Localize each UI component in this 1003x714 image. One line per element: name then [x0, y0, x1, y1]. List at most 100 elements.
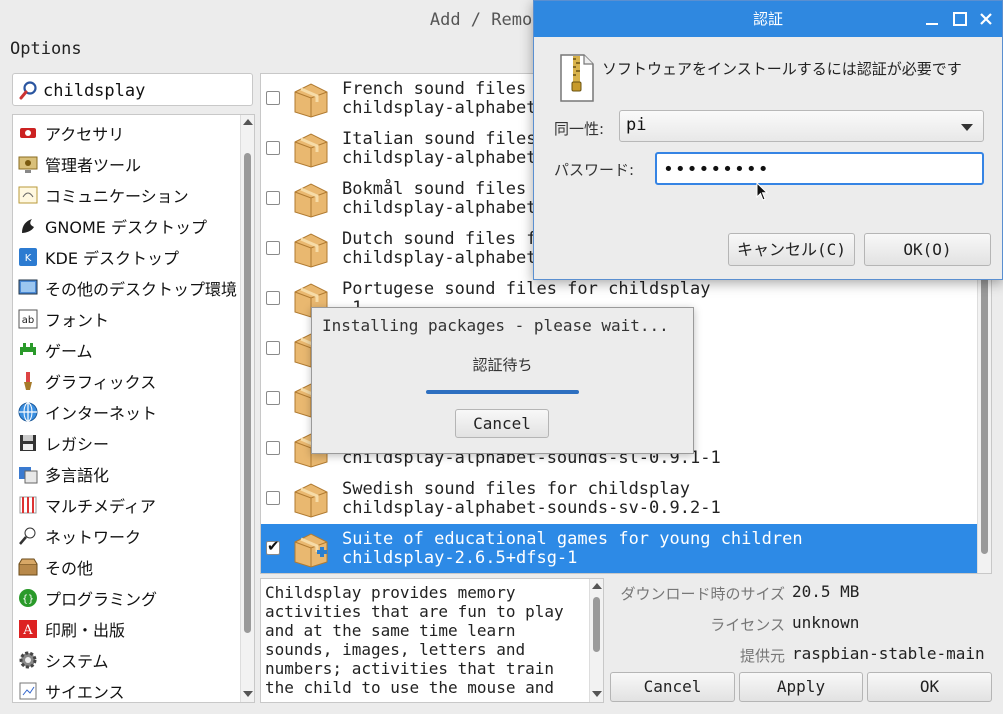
identity-select[interactable]: pi	[619, 110, 984, 142]
minimize-icon[interactable]	[924, 11, 940, 27]
programming-icon-wrap: {}	[17, 587, 39, 609]
install-checkbox[interactable]	[266, 341, 280, 355]
category-item[interactable]: ゲーム	[13, 334, 241, 365]
maximize-icon[interactable]	[952, 11, 968, 27]
progress-message: Installing packages - please wait...	[322, 316, 669, 335]
category-item[interactable]: サイエンス	[13, 675, 241, 702]
desktop-icon-wrap	[17, 277, 39, 299]
game-icon	[20, 342, 36, 355]
license-label: ライセンス	[710, 616, 785, 634]
install-checkbox[interactable]	[266, 391, 280, 405]
localization-icon	[19, 466, 38, 483]
category-label: マルチメディア	[45, 496, 156, 516]
category-label: ゲーム	[45, 341, 93, 361]
install-checkbox[interactable]	[266, 291, 280, 305]
cancel-button[interactable]: Cancel	[610, 672, 735, 702]
kde-icon-wrap: K	[17, 246, 39, 268]
download-size-label: ダウンロード時のサイズ	[620, 585, 785, 603]
description-text: Childsplay provides memory activities th…	[265, 583, 564, 697]
desktop-icon	[18, 279, 38, 294]
category-label: 管理者ツール	[45, 155, 142, 175]
auth-cancel-button[interactable]: キャンセル(C)	[728, 233, 855, 266]
package-row[interactable]: Suite of educational games for young chi…	[261, 524, 977, 573]
package-icon	[294, 83, 328, 118]
gnome-icon	[22, 218, 34, 233]
scrollbar-thumb[interactable]	[244, 153, 251, 633]
category-label: その他	[45, 558, 94, 578]
auth-ok-button[interactable]: OK(O)	[864, 233, 991, 266]
search-icon[interactable]	[19, 80, 39, 100]
scrollbar-thumb[interactable]	[593, 597, 600, 652]
install-checkbox[interactable]	[266, 91, 280, 105]
category-scrollbar[interactable]	[240, 115, 254, 702]
install-checkbox[interactable]	[266, 141, 280, 155]
graphics-icon-wrap	[17, 370, 39, 392]
ok-button[interactable]: OK	[867, 672, 992, 702]
apply-button[interactable]: Apply	[739, 672, 863, 702]
options-menu[interactable]: Options	[10, 38, 82, 60]
category-item[interactable]: グラフィックス	[13, 365, 241, 396]
category-item[interactable]: インターネット	[13, 396, 241, 427]
package-summary: Swedish sound files for childsplay	[342, 479, 690, 499]
auth-message: ソフトウェアをインストールするには認証が必要です	[602, 60, 962, 78]
kde-icon: K	[19, 247, 37, 266]
svg-text:A: A	[22, 623, 33, 638]
auth-titlebar[interactable]: 認証	[534, 1, 1002, 37]
description-scrollbar[interactable]	[589, 579, 603, 702]
category-item[interactable]: レガシー	[13, 427, 241, 458]
package-summary: Portugese sound files for childsplay	[342, 279, 711, 299]
install-checkbox[interactable]	[266, 191, 280, 205]
install-checkbox[interactable]	[266, 241, 280, 255]
publishing-icon: A	[19, 619, 37, 638]
category-item[interactable]: その他のデスクトップ環境	[13, 272, 241, 303]
package-description: Childsplay provides memory activities th…	[260, 578, 604, 703]
font-icon-wrap: ab	[17, 308, 39, 330]
scroll-up-icon[interactable]	[592, 583, 602, 589]
category-item[interactable]: ab フォント	[13, 303, 241, 334]
category-item[interactable]: ネットワーク	[13, 520, 241, 551]
category-item[interactable]: 管理者ツール	[13, 148, 241, 179]
category-label: グラフィックス	[45, 372, 157, 392]
category-label: 印刷・出版	[45, 620, 126, 640]
scroll-down-icon[interactable]	[243, 691, 253, 697]
progress-dialog: Installing packages - please wait... 認証待…	[311, 307, 694, 454]
install-checkbox[interactable]	[266, 491, 280, 505]
multimedia-icon-wrap	[17, 494, 39, 516]
close-icon[interactable]	[978, 11, 994, 27]
internet-icon-wrap	[17, 401, 39, 423]
category-item[interactable]: GNOME デスクトップ	[13, 210, 241, 241]
install-checkbox[interactable]	[266, 441, 280, 455]
category-label: コミュニケーション	[45, 186, 189, 206]
category-item[interactable]: A 印刷・出版	[13, 613, 241, 644]
category-item[interactable]: {} プログラミング	[13, 582, 241, 613]
package-name: childsplay-alphabet-sounds-sv-0.9.2-1	[342, 498, 721, 518]
category-item[interactable]: その他	[13, 551, 241, 582]
category-item[interactable]: システム	[13, 644, 241, 675]
category-item[interactable]: マルチメディア	[13, 489, 241, 520]
category-item[interactable]: アクセサリ	[13, 117, 241, 148]
communication-icon	[18, 186, 38, 203]
category-list: アクセサリ管理者ツールコミュニケーション GNOME デスクトップ K KDE デスク…	[12, 114, 255, 703]
scroll-up-icon[interactable]	[243, 119, 253, 125]
package-icon	[294, 483, 328, 518]
package-name: childsplay-2.6.5+dfsg-1	[342, 548, 578, 568]
search-input[interactable]	[41, 76, 250, 105]
category-label: アクセサリ	[45, 124, 125, 144]
chevron-down-icon	[961, 124, 973, 131]
category-item[interactable]: コミュニケーション	[13, 179, 241, 210]
scroll-down-icon[interactable]	[592, 691, 602, 697]
password-field[interactable]	[655, 152, 984, 185]
progress-status: 認証待ち	[472, 356, 533, 374]
progress-cancel-button[interactable]: Cancel	[455, 409, 549, 438]
password-input[interactable]	[661, 156, 980, 183]
admin-tools-icon-wrap	[17, 153, 39, 175]
package-row[interactable]: Swedish sound files for childsplay childs…	[261, 474, 977, 524]
category-item[interactable]: 多言語化	[13, 458, 241, 489]
install-checkbox[interactable]	[266, 537, 280, 555]
progress-bar	[426, 390, 579, 394]
category-item[interactable]: K KDE デスクトップ	[13, 241, 241, 272]
package-icon	[294, 183, 328, 218]
download-size-value: 20.5 MB	[792, 582, 860, 601]
publishing-icon-wrap: A	[17, 618, 39, 640]
license-value: unknown	[792, 613, 860, 632]
